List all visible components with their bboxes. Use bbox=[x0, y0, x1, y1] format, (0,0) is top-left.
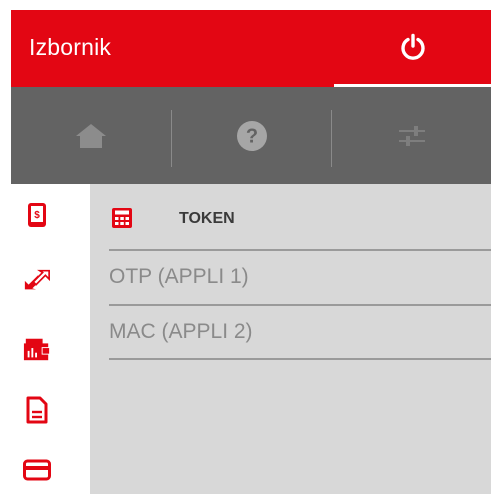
token-title: TOKEN bbox=[179, 210, 235, 227]
home-icon bbox=[76, 123, 106, 148]
list-item-label: OTP (APPLI 1) bbox=[109, 265, 249, 288]
calculator-icon bbox=[112, 208, 132, 228]
transfer-icon bbox=[24, 269, 50, 290]
token-section-header: TOKEN bbox=[90, 184, 491, 250]
document-icon bbox=[26, 396, 48, 424]
rail-item-payment[interactable]: $ bbox=[23, 201, 51, 229]
power-button[interactable] bbox=[334, 10, 491, 84]
home-button[interactable] bbox=[11, 87, 171, 184]
app-header: Izbornik bbox=[11, 10, 491, 87]
rail-item-transfer[interactable] bbox=[23, 266, 51, 294]
rail-item-cards[interactable] bbox=[23, 456, 51, 484]
app-frame: Izbornik ? $ TOKEN OTP (APPLI 1) MAC (AP… bbox=[11, 10, 491, 494]
rail-item-documents[interactable] bbox=[23, 396, 51, 424]
list-item[interactable]: OTP (APPLI 1) bbox=[109, 251, 491, 305]
divider bbox=[109, 358, 491, 360]
svg-text:$: $ bbox=[34, 210, 40, 221]
rail-item-accounts[interactable] bbox=[23, 335, 51, 363]
side-rail: $ bbox=[11, 184, 90, 494]
list-item-label: MAC (APPLI 2) bbox=[109, 320, 253, 343]
token-panel: TOKEN OTP (APPLI 1) MAC (APPLI 2) bbox=[90, 184, 491, 494]
power-icon bbox=[400, 33, 425, 60]
help-icon: ? bbox=[236, 120, 267, 151]
accounts-icon bbox=[23, 338, 51, 361]
card-icon bbox=[23, 459, 51, 481]
toolbar: ? bbox=[11, 87, 491, 184]
help-button[interactable]: ? bbox=[172, 87, 331, 184]
settings-button[interactable] bbox=[332, 87, 491, 184]
list-item[interactable]: MAC (APPLI 2) bbox=[109, 306, 491, 360]
page-title: Izbornik bbox=[29, 34, 112, 60]
sliders-icon bbox=[398, 125, 425, 146]
svg-text:?: ? bbox=[245, 125, 257, 147]
payment-phone-icon: $ bbox=[28, 203, 46, 227]
